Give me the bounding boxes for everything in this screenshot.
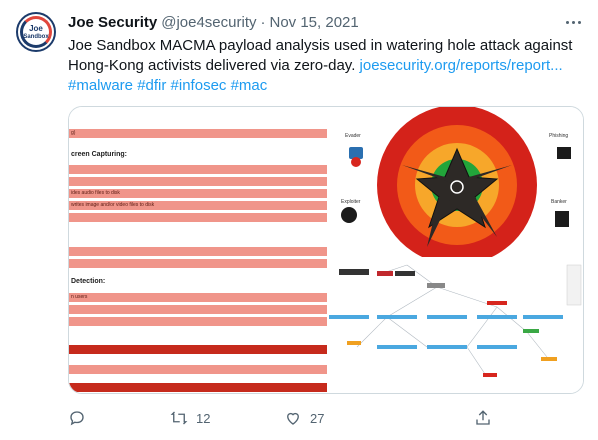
report-row: ides audio files to disk	[69, 189, 327, 198]
tweet-hashtags[interactable]: #malware #dfir #infosec #mac	[68, 77, 267, 94]
diagram-label-banker: Banker	[551, 199, 567, 205]
threat-diagram: Evader Phishing Exploiter Banker	[327, 107, 583, 265]
tweet-header: Joe Security @joe4security · Nov 15, 202…	[68, 12, 359, 32]
reply-icon	[70, 411, 84, 426]
report-screenshot: g) creen Capturing: ides audio files to …	[69, 107, 327, 393]
threat-diagram-svg: Evader Phishing Exploiter Banker	[341, 107, 571, 265]
report-row	[69, 345, 327, 354]
like-button[interactable]: 27	[284, 408, 324, 428]
more-icon[interactable]	[560, 12, 586, 32]
tweet-actions: 12 27	[68, 408, 498, 428]
report-row: writes image and/or video files to disk	[69, 201, 327, 210]
report-row	[69, 213, 327, 222]
retweet-button[interactable]: 12	[170, 408, 210, 428]
report-row	[69, 317, 327, 326]
tweet-link[interactable]: joesecurity.org/reports/report...	[360, 57, 563, 74]
author-name[interactable]: Joe Security	[68, 14, 157, 31]
share-icon	[476, 410, 490, 425]
tweet-media[interactable]: g) creen Capturing: ides audio files to …	[68, 106, 584, 394]
report-row	[69, 259, 327, 268]
heart-icon	[287, 412, 299, 425]
report-row	[69, 165, 327, 174]
like-count: 27	[310, 410, 325, 426]
tweet-text: Joe Sandbox MACMA payload analysis used …	[68, 36, 584, 96]
process-graph-svg	[329, 264, 582, 378]
report-row	[69, 383, 327, 392]
report-row: g)	[69, 129, 327, 138]
report-row	[69, 177, 327, 186]
diagram-label-evader: Evader	[345, 133, 361, 139]
report-section-title: Detection:	[71, 278, 106, 285]
retweet-count: 12	[196, 410, 211, 426]
avatar-logo-text: Joe Sandbox	[23, 24, 49, 41]
share-button[interactable]	[474, 408, 500, 428]
tweet-date[interactable]: Nov 15, 2021	[270, 14, 359, 31]
report-row	[69, 247, 327, 256]
tweet[interactable]: Joe Sandbox Joe Security @joe4security ·…	[0, 0, 598, 440]
retweet-icon	[170, 411, 188, 425]
reply-button[interactable]	[68, 408, 94, 428]
report-row	[69, 365, 327, 374]
report-row	[69, 305, 327, 314]
avatar[interactable]: Joe Sandbox	[16, 12, 56, 52]
diagram-label-phishing: Phishing	[549, 133, 568, 139]
report-section-title: creen Capturing:	[71, 151, 128, 158]
process-graph	[327, 257, 583, 393]
diagram-label-exploiter: Exploiter	[341, 199, 361, 205]
separator-dot: ·	[260, 13, 266, 31]
author-handle[interactable]: @joe4security	[161, 14, 256, 31]
report-row: n users	[69, 293, 327, 302]
